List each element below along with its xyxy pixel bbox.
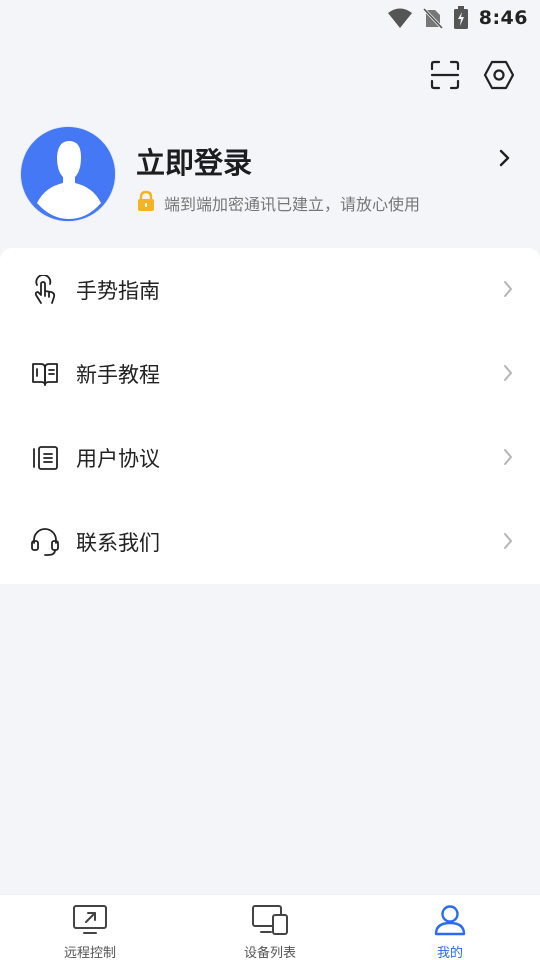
nav-mine[interactable]: 我的 bbox=[360, 895, 540, 960]
chevron-right-icon bbox=[502, 447, 514, 471]
battery-charging-icon bbox=[453, 6, 469, 30]
settings-hexagon-icon bbox=[483, 59, 515, 95]
menu-label: 新手教程 bbox=[76, 363, 160, 387]
nav-label: 设备列表 bbox=[243, 946, 296, 960]
wifi-icon bbox=[387, 7, 413, 29]
devices-icon bbox=[251, 904, 289, 940]
lock-icon bbox=[136, 190, 156, 216]
profile-login-row[interactable]: 立即登录 端到端加密通讯已建立，请放心使用 bbox=[20, 124, 520, 224]
nav-label: 我的 bbox=[436, 946, 463, 960]
menu-item-user-agreement[interactable]: 用户协议 bbox=[0, 416, 540, 500]
scan-button[interactable] bbox=[428, 60, 462, 94]
menu-list: 手势指南 新手教程 用户协议 联系我们 bbox=[0, 248, 540, 584]
status-time: 8:46 bbox=[478, 7, 528, 29]
document-icon bbox=[30, 443, 60, 473]
menu-label: 用户协议 bbox=[76, 447, 160, 471]
chevron-right-icon bbox=[498, 148, 512, 172]
no-sim-icon bbox=[422, 7, 443, 29]
nav-device-list[interactable]: 设备列表 bbox=[180, 895, 360, 960]
remote-desktop-icon bbox=[72, 904, 108, 940]
chevron-right-icon bbox=[502, 531, 514, 555]
bottom-nav: 远程控制 设备列表 我的 bbox=[0, 894, 540, 960]
menu-label: 手势指南 bbox=[76, 279, 160, 303]
status-bar: 8:46 bbox=[0, 0, 540, 36]
avatar[interactable] bbox=[20, 126, 116, 222]
nav-label: 远程控制 bbox=[63, 946, 116, 960]
login-title: 立即登录 bbox=[136, 146, 253, 180]
hand-pointer-icon bbox=[30, 275, 60, 305]
book-icon bbox=[30, 359, 60, 389]
app-screen: 8:46 立即登录 端到端加密通讯已建立，请放心使用 手势指南 新手教程 用户协… bbox=[0, 0, 540, 960]
nav-remote-control[interactable]: 远程控制 bbox=[0, 895, 180, 960]
menu-item-gesture-guide[interactable]: 手势指南 bbox=[0, 248, 540, 332]
menu-item-contact-us[interactable]: 联系我们 bbox=[0, 500, 540, 584]
menu-label: 联系我们 bbox=[76, 531, 160, 555]
secure-text: 端到端加密通讯已建立，请放心使用 bbox=[164, 195, 421, 214]
settings-button[interactable] bbox=[482, 60, 516, 94]
chevron-right-icon bbox=[502, 279, 514, 303]
scan-icon bbox=[430, 60, 460, 94]
user-icon bbox=[433, 904, 467, 940]
menu-item-tutorial[interactable]: 新手教程 bbox=[0, 332, 540, 416]
top-toolbar bbox=[428, 60, 516, 94]
secure-notice: 端到端加密通讯已建立，请放心使用 bbox=[136, 190, 420, 216]
chevron-right-icon bbox=[502, 363, 514, 387]
headset-icon bbox=[30, 527, 60, 557]
